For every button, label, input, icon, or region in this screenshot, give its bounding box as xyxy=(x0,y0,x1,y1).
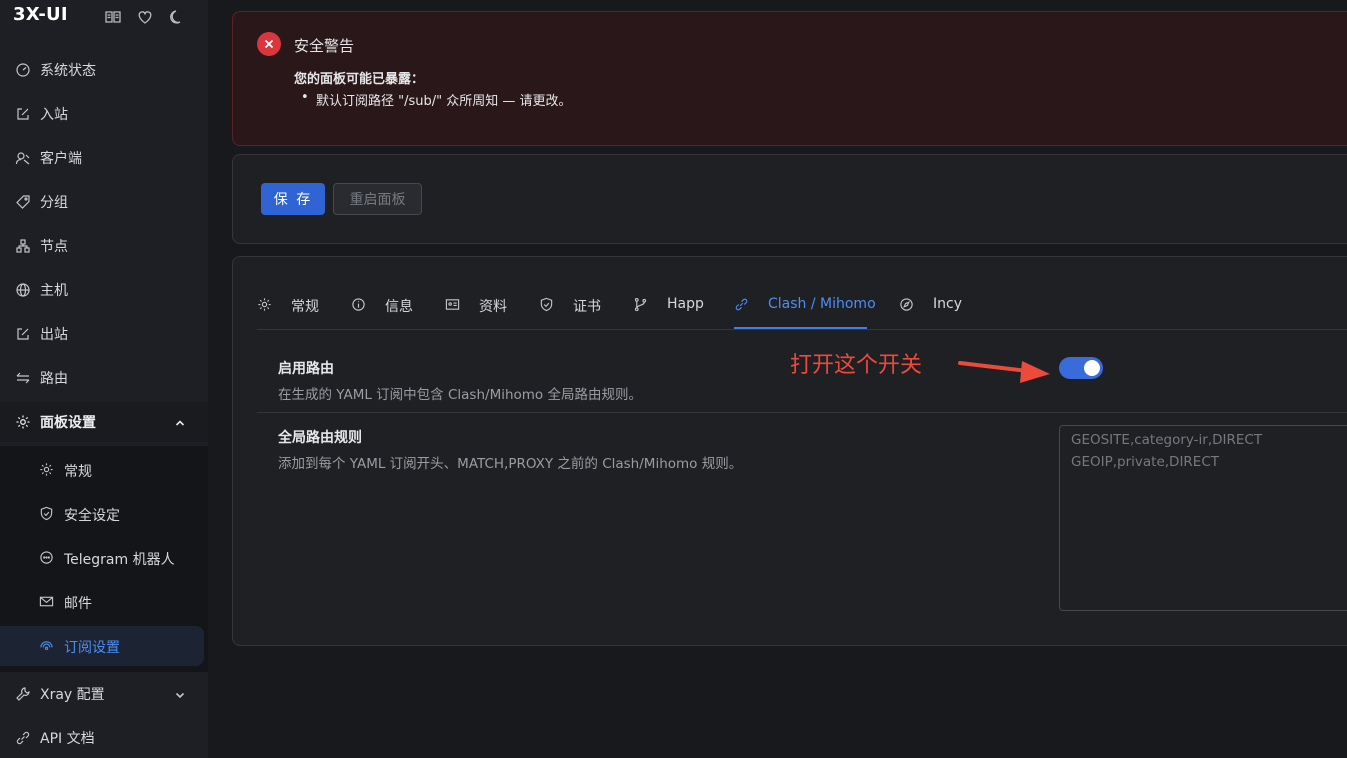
chevron-up-icon xyxy=(173,415,187,429)
enable-routing-description: 在生成的 YAML 订阅中包含 Clash/Mihomo 全局路由规则。 xyxy=(278,387,642,403)
branch-icon xyxy=(633,297,648,312)
book-icon[interactable] xyxy=(104,8,122,26)
sidebar-item-label: 客户端 xyxy=(40,151,82,167)
enable-routing-toggle[interactable] xyxy=(1059,357,1103,379)
sidebar-item-outbound[interactable]: 出站 xyxy=(0,314,208,354)
rss-icon xyxy=(39,638,54,653)
sidebar-item-label: 面板设置 xyxy=(40,415,96,431)
enable-routing-title: 启用路由 xyxy=(278,361,334,377)
wrench-icon xyxy=(15,686,31,702)
sidebar-item-label: API 文档 xyxy=(40,731,95,747)
submenu-item-label: 邮件 xyxy=(64,596,92,612)
submenu-item-mail[interactable]: 邮件 xyxy=(0,582,208,622)
globe-icon xyxy=(15,282,31,298)
edit-icon xyxy=(15,106,31,122)
global-rules-textarea[interactable]: GEOSITE,category-ir,DIRECT GEOIP,private… xyxy=(1059,425,1347,611)
info-icon xyxy=(351,297,366,312)
annotation-arrow xyxy=(958,361,1050,383)
submenu-item-security[interactable]: 安全设定 xyxy=(0,494,208,534)
actions-card: 保 存 重启面板 xyxy=(232,154,1347,244)
sidebar-item-label: 系统状态 xyxy=(40,63,96,79)
submenu-item-subscription[interactable]: 订阅设置 xyxy=(0,626,204,666)
link-icon xyxy=(15,730,31,746)
sidebar-item-label: 入站 xyxy=(40,107,68,123)
annotation-text: 打开这个开关 xyxy=(790,353,923,378)
tab-label: 信息 xyxy=(385,299,413,315)
toggle-knob xyxy=(1084,360,1100,376)
alert-list-item: 默认订阅路径 "/sub/" 众所周知 — 请更改。 xyxy=(301,90,571,109)
placeholder-line: GEOSITE,category-ir,DIRECT xyxy=(1071,432,1263,448)
save-button[interactable]: 保 存 xyxy=(261,183,325,215)
submenu-item-label: Telegram 机器人 xyxy=(64,552,175,568)
shield-icon xyxy=(539,297,554,312)
submenu-item-label: 订阅设置 xyxy=(64,640,120,656)
sidebar-item-panel-settings[interactable]: 面板设置 xyxy=(0,402,208,442)
tab-label: Incy xyxy=(933,296,962,312)
app-title: 3X-UI xyxy=(13,4,68,25)
sidebar-item-label: 出站 xyxy=(40,327,68,343)
sidebar: 3X-UI 系统状态 入站 客户端 分组 节点 主机 出站 路由 面板设置 常规… xyxy=(0,0,208,758)
sidebar-item-clients[interactable]: 客户端 xyxy=(0,138,208,178)
link-icon xyxy=(734,297,749,312)
sidebar-item-label: 节点 xyxy=(40,239,68,255)
sidebar-item-label: 主机 xyxy=(40,283,68,299)
row-divider xyxy=(257,412,1347,413)
placeholder-line: GEOIP,private,DIRECT xyxy=(1071,454,1220,470)
global-rules-title: 全局路由规则 xyxy=(278,430,362,446)
tab-label: 证书 xyxy=(573,299,601,315)
heart-icon[interactable] xyxy=(136,8,154,26)
sidebar-item-label: Xray 配置 xyxy=(40,687,105,703)
sidebar-item-groups[interactable]: 分组 xyxy=(0,182,208,222)
brand: 3X-UI xyxy=(13,4,68,25)
close-circle-icon xyxy=(257,32,281,56)
gear-icon xyxy=(257,297,272,312)
chat-icon xyxy=(39,550,54,565)
shield-icon xyxy=(39,506,54,521)
brand-icons xyxy=(104,8,186,26)
sidebar-item-status[interactable]: 系统状态 xyxy=(0,50,208,90)
alert-title: 安全警告 xyxy=(294,37,355,55)
subscription-settings-card: 常规 信息 资料 证书 Happ Clash / Mihomo Incy 启用路… xyxy=(232,256,1347,646)
users-icon xyxy=(15,150,31,166)
tab-label: 常规 xyxy=(291,299,319,315)
global-rules-description: 添加到每个 YAML 订阅开头、MATCH,PROXY 之前的 Clash/Mi… xyxy=(278,456,743,472)
sidebar-item-nodes[interactable]: 节点 xyxy=(0,226,208,266)
security-alert: 安全警告 您的面板可能已暴露： 默认订阅路径 "/sub/" 众所周知 — 请更… xyxy=(232,11,1347,146)
id-card-icon xyxy=(445,297,460,312)
swap-icon xyxy=(15,370,31,386)
sidebar-item-label: 分组 xyxy=(40,195,68,211)
mail-icon xyxy=(39,594,54,609)
submenu-item-telegram[interactable]: Telegram 机器人 xyxy=(0,538,208,578)
sidebar-item-hosts[interactable]: 主机 xyxy=(0,270,208,310)
gear-icon xyxy=(39,462,54,477)
submenu-item-label: 安全设定 xyxy=(64,508,120,524)
active-tab-indicator xyxy=(734,327,867,329)
settings-tabs: 常规 信息 资料 证书 Happ Clash / Mihomo Incy xyxy=(257,296,1347,330)
tab-label: Happ xyxy=(667,296,704,312)
sidebar-item-inbound[interactable]: 入站 xyxy=(0,94,208,134)
cluster-icon xyxy=(15,238,31,254)
edit-icon xyxy=(15,326,31,342)
panel-settings-submenu: 常规 安全设定 Telegram 机器人 邮件 订阅设置 xyxy=(0,446,208,672)
compass-icon xyxy=(899,297,914,312)
sidebar-item-label: 路由 xyxy=(40,371,68,387)
moon-icon[interactable] xyxy=(168,8,186,26)
tag-icon xyxy=(15,194,31,210)
submenu-item-general[interactable]: 常规 xyxy=(0,450,208,490)
dashboard-icon xyxy=(15,62,31,78)
tab-label: Clash / Mihomo xyxy=(768,296,876,312)
restart-panel-button[interactable]: 重启面板 xyxy=(333,183,422,215)
chevron-down-icon xyxy=(173,687,187,701)
sidebar-item-xray[interactable]: Xray 配置 xyxy=(0,674,208,714)
submenu-item-label: 常规 xyxy=(64,464,92,480)
gear-icon xyxy=(15,414,31,430)
alert-description: 您的面板可能已暴露： xyxy=(294,72,425,87)
sidebar-item-api-docs[interactable]: API 文档 xyxy=(0,718,208,758)
tab-label: 资料 xyxy=(479,299,507,315)
sidebar-item-routing[interactable]: 路由 xyxy=(0,358,208,398)
